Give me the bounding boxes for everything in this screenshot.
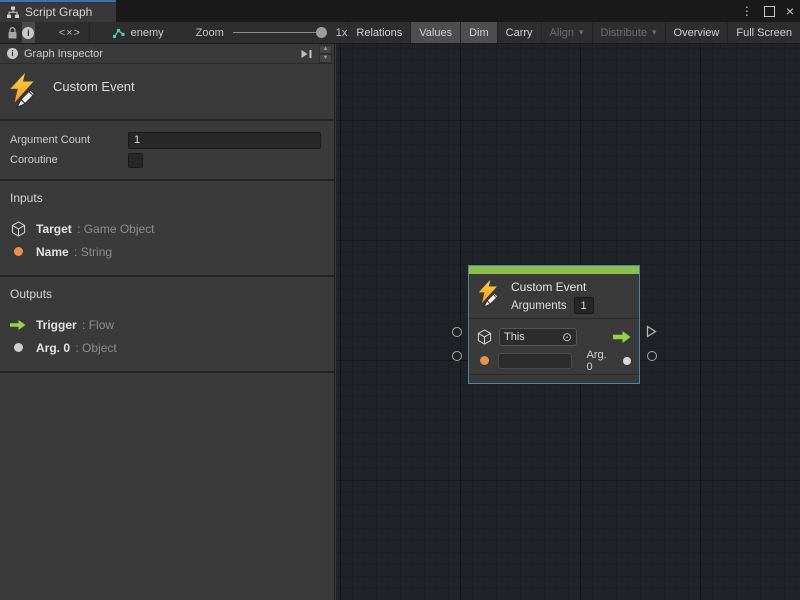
inputs-section: Inputs Target : Game Object Name : Strin…	[0, 181, 334, 275]
zoom-value: 1x	[336, 27, 348, 39]
event-title: Custom Event	[53, 79, 135, 94]
io-text: Name : String	[36, 245, 112, 259]
maximize-icon[interactable]	[764, 6, 775, 17]
argument-count-input[interactable]: 1	[128, 132, 321, 149]
chevron-down-icon: ▾	[652, 27, 657, 38]
inputs-title: Inputs	[10, 191, 324, 205]
name-input[interactable]	[498, 353, 572, 369]
arg0-label: Arg. 0	[586, 349, 614, 373]
string-dot-icon	[10, 247, 26, 256]
relations-button[interactable]: Relations	[347, 22, 410, 43]
zoom-control: Zoom 1x	[196, 22, 348, 43]
target-value: This	[504, 331, 562, 343]
script-graph-icon	[7, 6, 19, 18]
string-dot-icon	[477, 356, 491, 365]
scroll-down-icon[interactable]: ▼	[319, 54, 332, 63]
flow-arrow-icon	[612, 331, 631, 343]
object-dot-icon	[10, 343, 26, 352]
dim-button[interactable]: Dim	[460, 22, 497, 43]
fullscreen-button[interactable]: Full Screen	[727, 22, 800, 43]
graph-canvas[interactable]: Custom Event Arguments 1	[336, 44, 800, 600]
io-row-name: Name : String	[10, 240, 324, 263]
flow-arrow-icon	[10, 320, 26, 330]
tab-script-graph[interactable]: Script Graph	[0, 0, 116, 22]
node-row-target: This ⊙	[477, 324, 631, 349]
event-settings: Argument Count 1 Coroutine	[0, 121, 334, 179]
node-title: Custom Event	[511, 280, 594, 294]
game-object-cube-icon	[10, 221, 26, 237]
dock-panel-icon[interactable]	[300, 49, 313, 59]
game-object-cube-icon	[477, 329, 492, 345]
graph-icon	[112, 27, 125, 39]
outputs-section: Outputs Trigger : Flow Arg. 0 : Object	[0, 277, 334, 371]
close-icon[interactable]: ×	[786, 4, 794, 18]
coroutine-row: Coroutine	[10, 150, 321, 170]
lock-icon[interactable]	[7, 22, 18, 43]
zoom-slider-knob[interactable]	[316, 27, 327, 38]
object-dot-icon	[623, 357, 631, 365]
values-button[interactable]: Values	[410, 22, 460, 43]
io-text: Trigger : Flow	[36, 318, 114, 332]
tab-label: Script Graph	[25, 5, 92, 19]
arguments-line: Arguments 1	[511, 297, 594, 314]
coroutine-checkbox[interactable]	[128, 153, 143, 168]
node-body: This ⊙ Arg. 0	[469, 319, 639, 374]
chevron-down-icon: ▾	[579, 27, 584, 38]
io-row-trigger: Trigger : Flow	[10, 313, 324, 336]
zoom-label: Zoom	[196, 27, 224, 39]
custom-event-node-wrap: Custom Event Arguments 1	[468, 265, 640, 384]
custom-event-node[interactable]: Custom Event Arguments 1	[468, 265, 640, 384]
target-dropdown[interactable]: This ⊙	[499, 328, 577, 346]
io-text: Arg. 0 : Object	[36, 341, 117, 355]
node-header[interactable]: Custom Event Arguments 1	[469, 274, 639, 318]
scroll-up-icon[interactable]: ▲	[319, 45, 332, 54]
graph-breadcrumb[interactable]: enemy	[112, 22, 164, 43]
node-row-arg0: Arg. 0	[477, 349, 631, 372]
graph-toolbar: i <×> enemy Zoom 1x Relations Values Dim…	[0, 22, 800, 44]
carry-button[interactable]: Carry	[497, 22, 541, 43]
argument-count-label: Argument Count	[10, 134, 128, 146]
output-port-arg0[interactable]	[647, 351, 657, 361]
object-picker-icon[interactable]: ⊙	[562, 331, 572, 343]
window-controls: ⋮ ×	[741, 0, 794, 22]
inspector-title: Graph Inspector	[24, 48, 300, 60]
event-accent-bar	[469, 266, 639, 274]
event-header: Custom Event	[0, 64, 334, 119]
zoom-slider[interactable]	[233, 32, 327, 33]
graph-inspector-panel: i Graph Inspector ▲ ▼	[0, 44, 335, 600]
node-title-block: Custom Event Arguments 1	[511, 280, 594, 314]
window-menu-icon[interactable]: ⋮	[741, 5, 753, 17]
inspector-header: i Graph Inspector ▲ ▼	[0, 44, 334, 64]
argument-count-row: Argument Count 1	[10, 130, 321, 150]
toolbar-buttons: Relations Values Dim Carry Align ▾ Distr…	[347, 22, 800, 43]
distribute-dropdown[interactable]: Distribute ▾	[592, 22, 665, 43]
align-dropdown[interactable]: Align ▾	[541, 22, 592, 43]
info-icon: i	[22, 27, 34, 39]
node-footer	[469, 374, 639, 383]
scroll-spinner: ▲ ▼	[319, 45, 332, 63]
coroutine-label: Coroutine	[10, 154, 128, 166]
arguments-input[interactable]: 1	[574, 297, 594, 314]
outputs-title: Outputs	[10, 287, 324, 301]
graph-name-label: enemy	[131, 27, 164, 39]
io-row-arg0: Arg. 0 : Object	[10, 336, 324, 359]
overview-button[interactable]: Overview	[665, 22, 728, 43]
toolbar-divider	[89, 22, 90, 43]
input-port-name[interactable]	[452, 351, 462, 361]
io-row-target: Target : Game Object	[10, 217, 324, 240]
info-icon: i	[7, 48, 18, 59]
section-divider	[0, 371, 334, 373]
io-text: Target : Game Object	[36, 222, 155, 236]
window-titlebar: Script Graph ⋮ ×	[0, 0, 800, 22]
inspector-toggle-button[interactable]: i	[22, 22, 35, 43]
input-port-target[interactable]	[452, 327, 462, 337]
custom-event-icon	[477, 279, 502, 314]
arguments-label: Arguments	[511, 300, 567, 312]
custom-event-icon	[8, 72, 40, 110]
code-view-icon[interactable]: <×>	[59, 22, 81, 43]
output-port-trigger[interactable]	[646, 325, 657, 343]
